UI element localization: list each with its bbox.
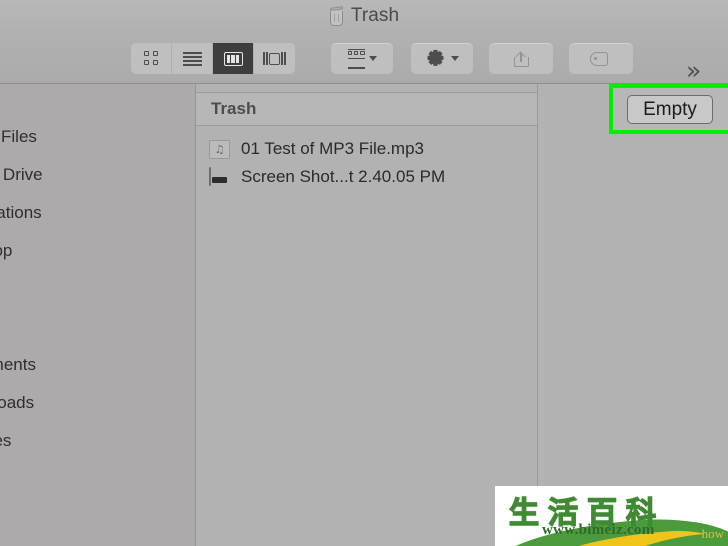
sidebar-item-applications[interactable]: Applications (0, 202, 195, 224)
watermark-url: www.bimeiz.com (542, 522, 655, 538)
music-note-file-icon: ♫ (209, 139, 231, 159)
sidebar-item-downloads[interactable]: Downloads (0, 392, 195, 414)
sidebar-item-label: Documents (0, 355, 36, 374)
horizontal-lines-icon (182, 52, 202, 66)
sidebar-item-documents[interactable]: Documents (0, 354, 195, 376)
view-mode-list-button[interactable] (172, 43, 213, 74)
arrange-items-button[interactable] (331, 43, 393, 74)
sidebar-item-label: iCloud Drive (0, 165, 43, 184)
sidebar-item-label: Applications (0, 203, 42, 222)
sidebar-item-how[interactable]: How (0, 278, 195, 300)
tag-button[interactable] (569, 43, 633, 74)
window-title-group: Trash (329, 5, 399, 27)
view-mode-segmented-control[interactable] (131, 43, 295, 74)
sidebar-item-pictures[interactable]: Pictures (0, 430, 195, 452)
file-name: 01 Test of MP3 File.mp3 (241, 139, 424, 158)
watermark-ghost-text: how (701, 526, 724, 541)
grid-four-squares-icon (143, 51, 159, 66)
cover-flow-icon (263, 51, 286, 66)
watermark-logo: 生活百科 www.bimeiz.com how (495, 486, 728, 546)
sidebar-item-desktop[interactable]: Desktop (0, 240, 195, 262)
trash-can-icon (329, 5, 344, 26)
sidebar-item-icloud-drive[interactable]: iCloud Drive (0, 164, 195, 186)
sidebar-item-ean[interactable]: ean (0, 468, 195, 490)
sidebar-item-label: Downloads (0, 393, 35, 412)
gear-icon (427, 49, 444, 66)
view-mode-coverflow-button[interactable] (254, 43, 295, 74)
chevron-down-icon (368, 56, 377, 61)
sidebar-item-all-my-files[interactable]: All My Files (0, 126, 195, 148)
page-title: Trash (350, 5, 400, 26)
trash-file-column: Trash ♫ 01 Test of MP3 File.mp3 Screen S… (196, 84, 538, 546)
chevron-down-icon (451, 56, 459, 61)
toolbar: » (0, 32, 728, 85)
view-mode-column-button[interactable] (213, 43, 254, 74)
finder-window: Trash » Files Drive ations p ents ads s … (0, 0, 728, 546)
sidebar-item-label: All My Files (0, 127, 37, 146)
column-header: Trash (196, 92, 537, 126)
sidebar: All My Files iCloud Drive Applications D… (0, 84, 196, 546)
window-titlebar: Trash (0, 0, 728, 32)
preview-column (538, 84, 728, 546)
table-row[interactable]: ♫ 01 Test of MP3 File.mp3 (196, 136, 537, 162)
file-name: Screen Shot...t 2.40.05 PM (241, 167, 446, 186)
sidebar-item-y[interactable]: y (0, 316, 195, 338)
sidebar-item-label: Desktop (0, 241, 13, 260)
arrange-grid-icon (347, 48, 365, 69)
view-mode-icon-button[interactable] (131, 43, 172, 74)
screenshot-image-file-icon (209, 166, 231, 187)
sidebar-item-label: Pictures (0, 431, 12, 450)
action-gear-button[interactable] (411, 43, 473, 74)
share-icon (513, 50, 529, 67)
share-button[interactable] (489, 43, 553, 74)
toolbar-overflow-chevrons[interactable]: » (686, 56, 701, 85)
columns-icon (223, 51, 243, 66)
column-header-label: Trash (211, 99, 257, 118)
tag-icon (590, 51, 612, 66)
table-row[interactable]: Screen Shot...t 2.40.05 PM (196, 164, 537, 190)
empty-trash-button[interactable]: Empty (627, 95, 713, 124)
